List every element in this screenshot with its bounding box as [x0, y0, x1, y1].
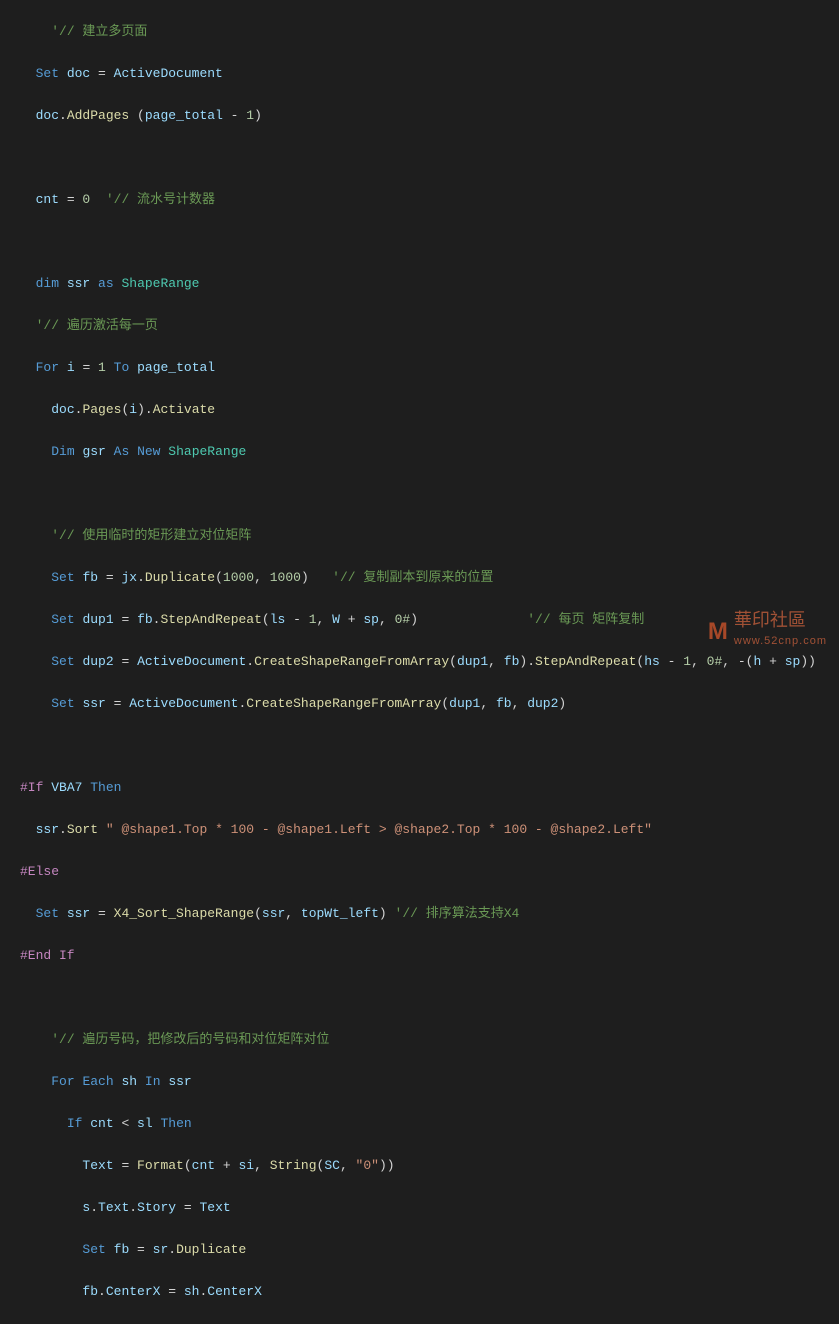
watermark-logo-icon: M: [708, 621, 728, 642]
watermark: M 華印社區 www.52cnp.com: [708, 610, 827, 652]
code-line: Dim gsr As New ShapeRange: [20, 441, 839, 462]
code-line: '// 建立多页面: [20, 21, 839, 42]
code-line: [20, 987, 839, 1008]
code-line: Set ssr = X4_Sort_ShapeRange(ssr, topWt_…: [20, 903, 839, 924]
code-line: cnt = 0 '// 流水号计数器: [20, 189, 839, 210]
code-line: doc.AddPages (page_total - 1): [20, 105, 839, 126]
code-line: Set ssr = ActiveDocument.CreateShapeRang…: [20, 693, 839, 714]
code-line: If cnt < sl Then: [20, 1113, 839, 1134]
code-line: [20, 231, 839, 252]
watermark-title: 華印社區: [734, 610, 806, 630]
watermark-url: www.52cnp.com: [734, 631, 827, 652]
code-line: #End If: [20, 945, 839, 966]
code-line: Set doc = ActiveDocument: [20, 63, 839, 84]
code-line: fb.CenterY = sh.CenterY: [20, 1323, 839, 1324]
code-editor[interactable]: '// 建立多页面 Set doc = ActiveDocument doc.A…: [0, 0, 839, 1324]
code-line: Text = Format(cnt + si, String(SC, "0")): [20, 1155, 839, 1176]
code-line: For Each sh In ssr: [20, 1071, 839, 1092]
code-line: doc.Pages(i).Activate: [20, 399, 839, 420]
code-line: [20, 483, 839, 504]
code-line: '// 遍历激活每一页: [20, 315, 839, 336]
code-line: s.Text.Story = Text: [20, 1197, 839, 1218]
code-line: #Else: [20, 861, 839, 882]
code-line: For i = 1 To page_total: [20, 357, 839, 378]
code-line: [20, 147, 839, 168]
code-line: Set fb = sr.Duplicate: [20, 1239, 839, 1260]
code-line: Set fb = jx.Duplicate(1000, 1000) '// 复制…: [20, 567, 839, 588]
code-line: ssr.Sort " @shape1.Top * 100 - @shape1.L…: [20, 819, 839, 840]
code-line: '// 遍历号码，把修改后的号码和对位矩阵对位: [20, 1029, 839, 1050]
code-line: fb.CenterX = sh.CenterX: [20, 1281, 839, 1302]
code-line: [20, 735, 839, 756]
code-line: #If VBA7 Then: [20, 777, 839, 798]
code-line: '// 使用临时的矩形建立对位矩阵: [20, 525, 839, 546]
code-line: dim ssr as ShapeRange: [20, 273, 839, 294]
